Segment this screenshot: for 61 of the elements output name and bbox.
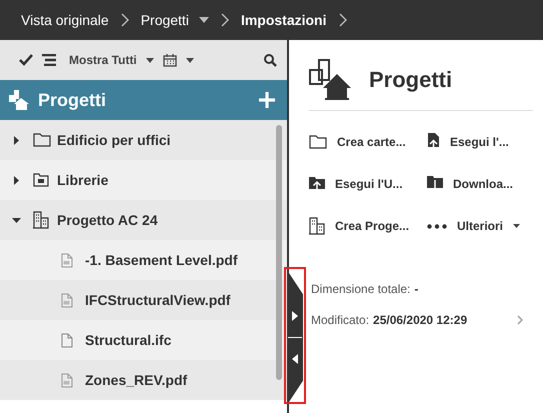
breadcrumb-link[interactable]: Vista originale	[21, 12, 109, 28]
size-value: -	[414, 282, 418, 296]
pdf-file-icon	[61, 252, 73, 268]
tree-row[interactable]: Edificio per uffici	[0, 120, 287, 160]
calendar-icon[interactable]	[162, 54, 177, 66]
caret-icon[interactable]	[186, 58, 194, 62]
plus-icon[interactable]	[259, 92, 275, 108]
list-icon[interactable]	[42, 54, 56, 66]
building-icon	[309, 217, 325, 235]
tree-row[interactable]: Structural.ifc	[0, 320, 287, 360]
caret-icon[interactable]	[146, 58, 154, 62]
details-title: Progetti	[369, 67, 452, 93]
folder-icon	[33, 133, 51, 147]
tree-item-label: Librerie	[57, 172, 108, 188]
tree-item-label: Edificio per uffici	[57, 132, 171, 148]
arrow-left-icon[interactable]	[292, 354, 298, 364]
scrollbar-thumb[interactable]	[276, 125, 282, 380]
sidebar-title: Progetti	[38, 90, 106, 110]
tree-row[interactable]: -1. Basement Level.pdf	[0, 240, 287, 280]
pdf-file-icon	[61, 372, 73, 388]
filter-dropdown[interactable]: Mostra Tutti	[65, 53, 137, 67]
expand-toggle-icon[interactable]	[14, 176, 19, 184]
chevron-right-icon	[220, 13, 229, 27]
building-house-icon	[8, 89, 30, 111]
modified-label: Modificato:	[311, 312, 370, 326]
tree-row[interactable]: Librerie	[0, 160, 287, 200]
file-icon	[61, 332, 73, 348]
action-button[interactable]: Downloa...	[427, 165, 531, 203]
checkmark-icon[interactable]	[19, 54, 33, 66]
breadcrumb-link[interactable]: Progetti	[140, 12, 189, 28]
arrow-right-icon[interactable]	[292, 311, 298, 321]
chevron-right-icon	[338, 13, 346, 27]
tree-row[interactable]: IFCStructuralView.pdf	[0, 280, 287, 320]
modified-value: 25/06/2020 12:29	[373, 312, 468, 326]
tree-item-label: Structural.ifc	[85, 332, 172, 348]
building-house-icon	[309, 58, 353, 102]
building-icon	[33, 211, 49, 229]
tree-row[interactable]: Progetto AC 24	[0, 200, 287, 240]
expand-toggle-icon[interactable]	[14, 136, 19, 144]
caret-icon[interactable]	[198, 17, 209, 23]
breadcrumb-link[interactable]: Impostazioni	[240, 12, 326, 28]
tree-row[interactable]: Zones_REV.pdf	[0, 360, 287, 400]
tree-item-label: IFCStructuralView.pdf	[85, 292, 230, 308]
folder-icon	[309, 135, 327, 149]
folder-upload-icon	[309, 176, 325, 192]
tree-item-label: Progetto AC 24	[57, 212, 158, 228]
more-dots-icon	[427, 224, 447, 228]
search-icon[interactable]	[264, 54, 277, 66]
pdf-file-icon	[61, 292, 73, 308]
tree-item-label: Zones_REV.pdf	[85, 372, 188, 388]
action-button[interactable]: Crea carte...	[309, 123, 427, 161]
action-button[interactable]: Ulteriori	[427, 207, 531, 245]
caret-icon	[513, 224, 520, 228]
size-label: Dimensione totale:	[311, 282, 410, 296]
expand-toggle-icon[interactable]	[12, 218, 21, 222]
library-folder-icon	[33, 173, 49, 187]
action-button[interactable]: Crea Proge...	[309, 207, 427, 245]
action-button[interactable]: Esegui l'U...	[309, 165, 427, 203]
action-button[interactable]: Esegui l'...	[427, 123, 531, 161]
chevron-right-icon	[120, 13, 129, 27]
tree-item-label: -1. Basement Level.pdf	[85, 252, 238, 268]
